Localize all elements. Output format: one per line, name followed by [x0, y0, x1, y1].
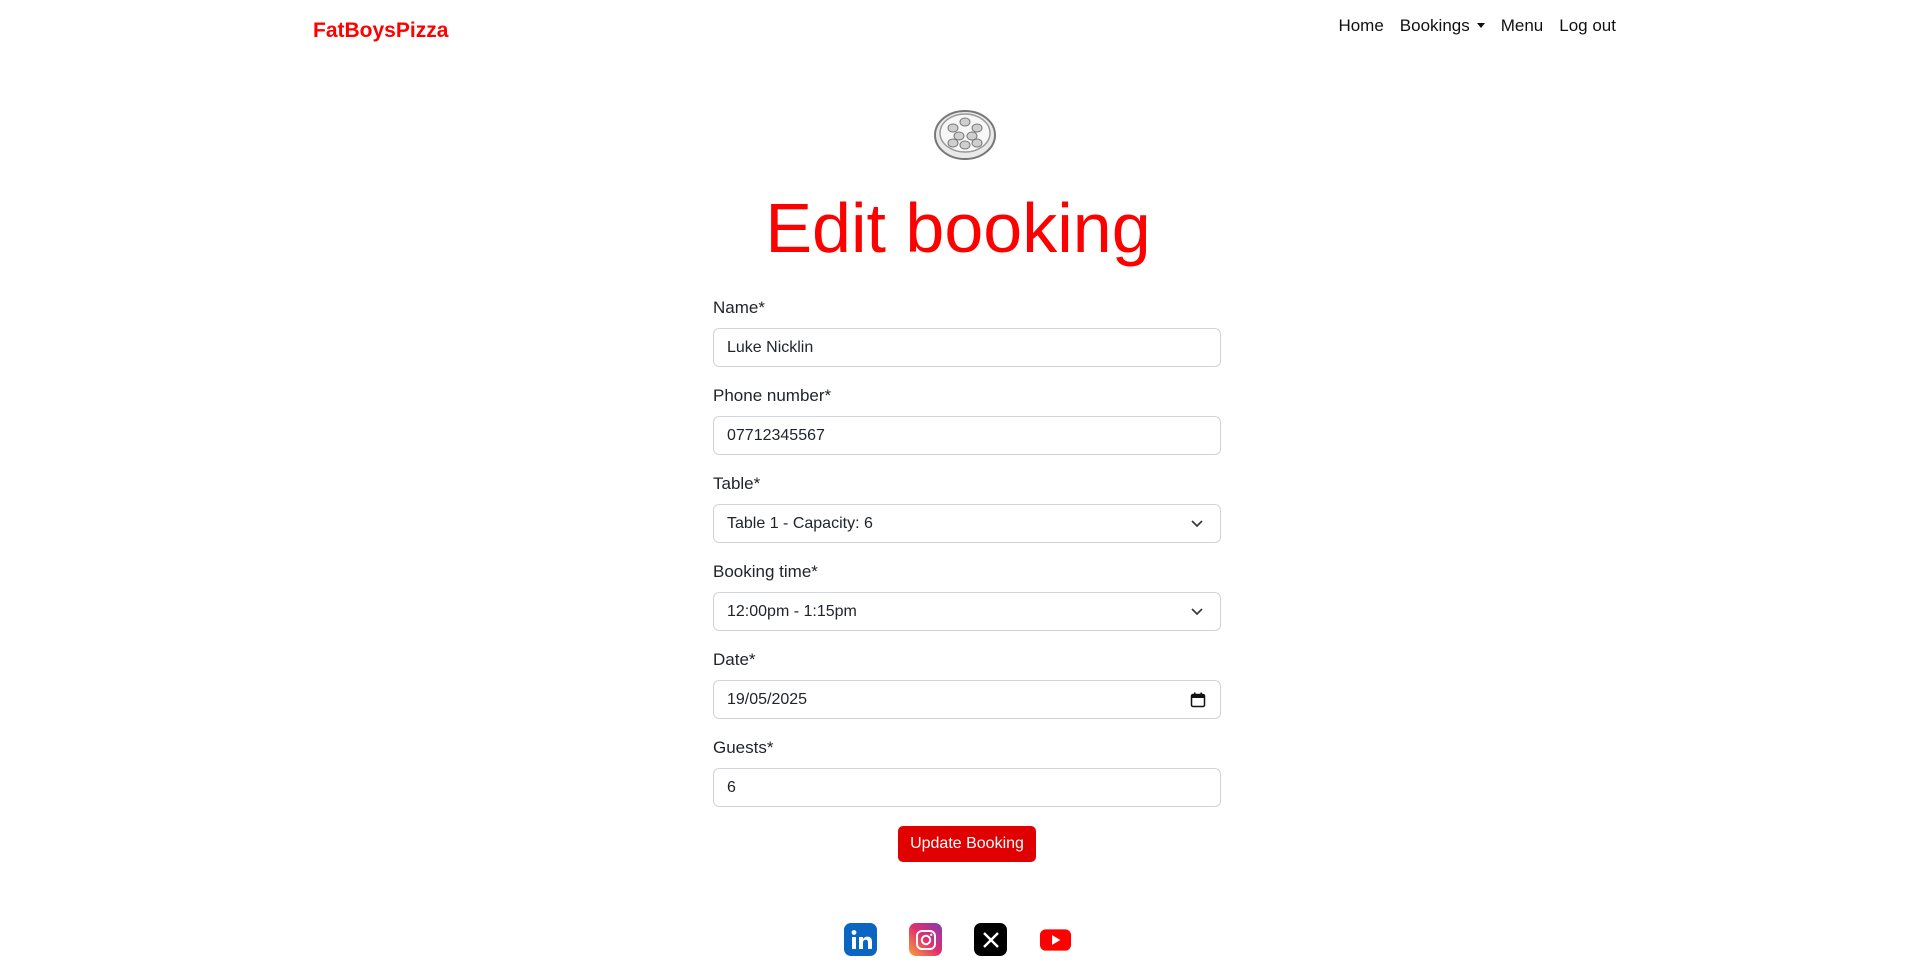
chevron-down-icon: [1191, 520, 1203, 528]
pizza-icon: [934, 110, 996, 160]
submit-wrap: Update Booking: [713, 826, 1221, 862]
guests-input[interactable]: 6: [713, 768, 1221, 807]
name-input[interactable]: Luke Nicklin: [713, 328, 1221, 367]
date-input[interactable]: 19/05/2025: [713, 680, 1221, 719]
page-title: Edit booking: [765, 189, 1151, 267]
navbar: FatBoysPizza Home Bookings Menu Log out: [0, 0, 1916, 56]
social-links: [0, 923, 1916, 956]
guests-field-group: Guests* 6: [713, 738, 1221, 807]
phone-label: Phone number*: [713, 386, 832, 405]
calendar-icon[interactable]: [1190, 692, 1206, 708]
nav-bookings-label: Bookings: [1399, 16, 1470, 35]
name-label: Name*: [713, 298, 765, 317]
phone-input[interactable]: 07712345567: [713, 416, 1221, 455]
name-field-group: Name* Luke Nicklin: [713, 298, 1221, 367]
edit-booking-form: Name* Luke Nicklin Phone number* 0771234…: [713, 298, 1221, 862]
x-icon[interactable]: [974, 923, 1007, 956]
nav-home[interactable]: Home: [1338, 16, 1383, 36]
table-select[interactable]: Table 1 - Capacity: 6: [713, 504, 1221, 543]
nav-menu[interactable]: Menu: [1501, 16, 1544, 36]
booking-time-select-value: 12:00pm - 1:15pm: [727, 603, 857, 620]
chevron-down-icon: [1191, 608, 1203, 616]
brand-logo-link[interactable]: FatBoysPizza: [313, 19, 448, 43]
phone-field-group: Phone number* 07712345567: [713, 386, 1221, 455]
instagram-icon[interactable]: [909, 923, 942, 956]
guests-label: Guests*: [713, 738, 774, 757]
linkedin-icon[interactable]: [844, 923, 877, 956]
nav-links: Home Bookings Menu Log out: [1338, 16, 1616, 36]
update-booking-button[interactable]: Update Booking: [898, 826, 1036, 862]
date-field-group: Date* 19/05/2025: [713, 650, 1221, 719]
date-label: Date*: [713, 650, 756, 669]
date-input-value: 19/05/2025: [727, 691, 808, 708]
youtube-icon[interactable]: [1039, 923, 1072, 956]
caret-down-icon: [1476, 23, 1485, 29]
booking-time-label: Booking time*: [713, 562, 818, 581]
booking-time-select[interactable]: 12:00pm - 1:15pm: [713, 592, 1221, 631]
nav-logout[interactable]: Log out: [1559, 16, 1616, 36]
nav-bookings-dropdown[interactable]: Bookings: [1400, 16, 1485, 36]
table-label: Table*: [713, 474, 761, 493]
table-field-group: Table* Table 1 - Capacity: 6: [713, 474, 1221, 543]
table-select-value: Table 1 - Capacity: 6: [727, 515, 873, 532]
booking-time-field-group: Booking time* 12:00pm - 1:15pm: [713, 562, 1221, 631]
